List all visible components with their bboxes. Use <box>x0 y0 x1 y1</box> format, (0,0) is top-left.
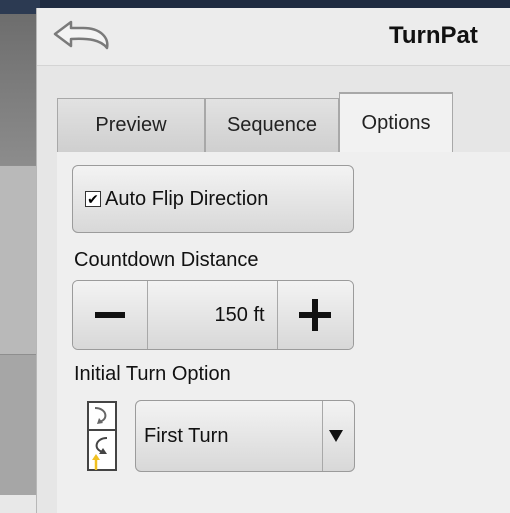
background-bottom <box>0 495 40 513</box>
options-panel: ✔ Auto Flip Direction Countdown Distance… <box>57 152 510 513</box>
title-bar: TurnPat <box>37 8 510 66</box>
countdown-distance-stepper: 150 ft <box>72 280 354 350</box>
decrement-button[interactable] <box>73 281 149 349</box>
minus-icon <box>95 312 126 318</box>
back-arrow-icon <box>53 20 109 50</box>
tab-options[interactable]: Options <box>339 92 453 152</box>
background-app-strip <box>0 0 40 513</box>
auto-flip-checkbox[interactable]: ✔ <box>85 191 101 207</box>
turn-direction-icon <box>87 401 117 471</box>
initial-turn-dropdown[interactable]: First Turn <box>135 400 355 472</box>
background-top-bar <box>0 0 40 14</box>
increment-button[interactable] <box>277 281 353 349</box>
auto-flip-toggle[interactable]: ✔ Auto Flip Direction <box>72 165 354 233</box>
tab-sequence[interactable]: Sequence <box>205 98 339 152</box>
window-title: TurnPat <box>389 22 478 49</box>
background-panel-lower <box>0 355 40 495</box>
turnpath-dialog: TurnPat Preview Sequence Options ✔ Auto … <box>36 8 510 513</box>
triangle-down-icon <box>329 430 343 442</box>
countdown-distance-value[interactable]: 150 ft <box>148 281 278 349</box>
countdown-distance-label: Countdown Distance <box>74 249 259 271</box>
tab-preview[interactable]: Preview <box>57 98 205 152</box>
tab-bar: Preview Sequence Options <box>57 92 510 152</box>
initial-turn-option-label: Initial Turn Option <box>74 363 231 385</box>
initial-turn-selected: First Turn <box>144 424 229 447</box>
plus-icon <box>299 299 332 331</box>
auto-flip-label: Auto Flip Direction <box>105 187 269 210</box>
background-panel <box>0 165 40 355</box>
dropdown-separator <box>322 401 323 471</box>
back-button[interactable] <box>49 18 119 56</box>
